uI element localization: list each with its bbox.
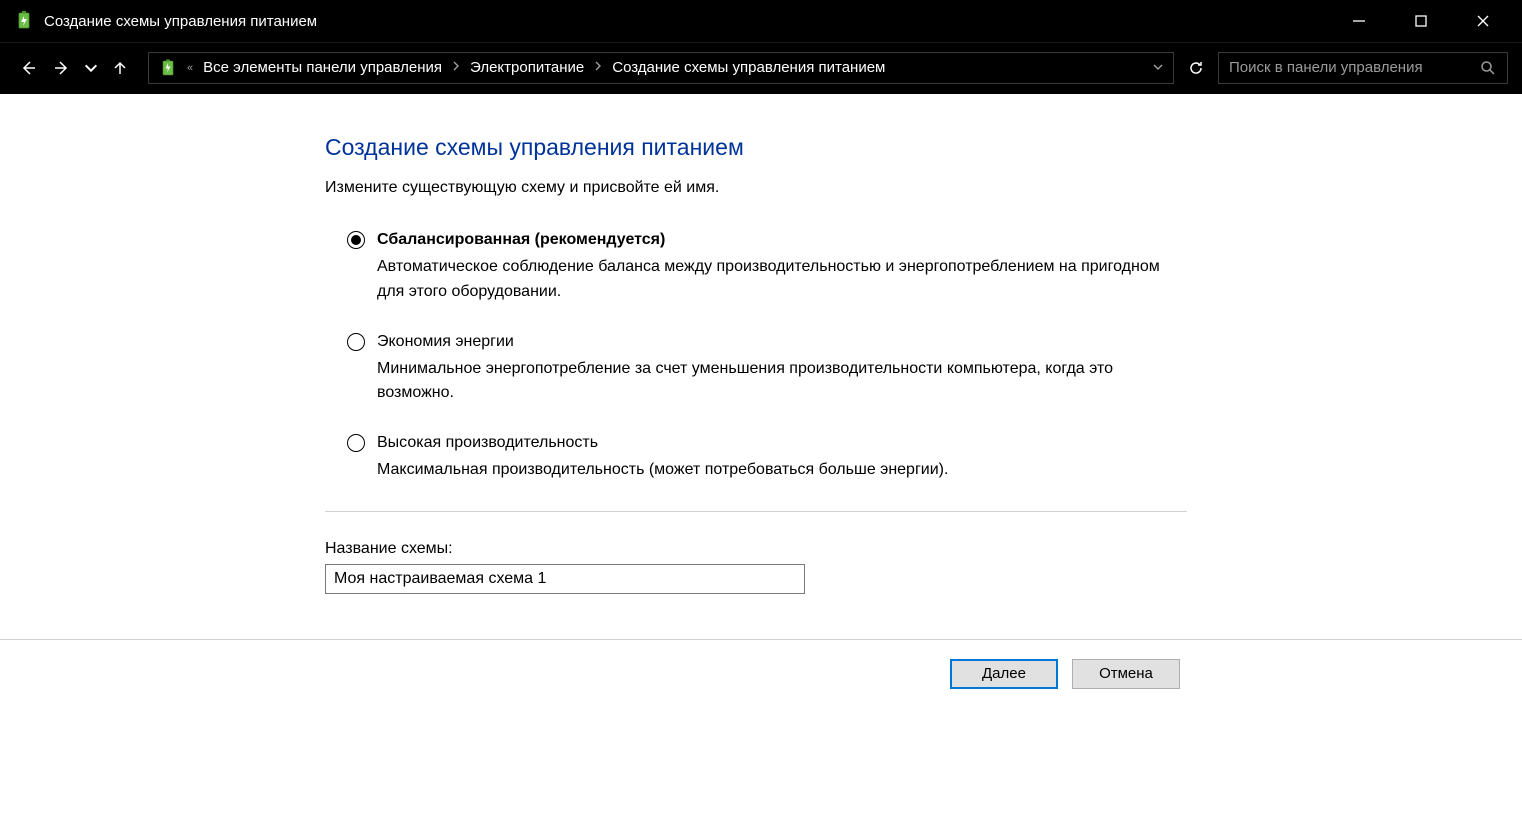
window-title: Создание схемы управления питанием	[44, 13, 1328, 30]
search-box[interactable]	[1218, 52, 1508, 84]
app-icon	[14, 11, 34, 31]
minimize-button[interactable]	[1328, 0, 1390, 42]
plan-option-high-performance: Высокая производительность Максимальная …	[347, 434, 1185, 483]
plan-title-balanced[interactable]: Сбалансированная (рекомендуется)	[377, 231, 665, 249]
breadcrumb-power[interactable]: Электропитание	[470, 59, 584, 76]
cancel-button[interactable]: Отмена	[1072, 659, 1180, 689]
search-input[interactable]	[1229, 59, 1479, 76]
plan-title-energy-saver[interactable]: Экономия энергии	[377, 333, 514, 351]
chevron-down-icon[interactable]	[1153, 62, 1163, 74]
page-subtext: Измените существующую схему и присвойте …	[325, 179, 1185, 197]
chevron-right-icon	[452, 61, 460, 74]
back-button[interactable]	[14, 54, 42, 82]
plan-name-input[interactable]	[325, 564, 805, 594]
radio-balanced[interactable]	[347, 231, 365, 249]
breadcrumb-create-plan[interactable]: Создание схемы управления питанием	[612, 59, 885, 76]
maximize-button[interactable]	[1390, 0, 1452, 42]
chevron-right-icon	[594, 61, 602, 74]
address-bar[interactable]: « Все элементы панели управления Электро…	[148, 52, 1174, 84]
battery-icon	[159, 59, 177, 77]
overflow-chevron-icon[interactable]: «	[187, 62, 193, 74]
plan-desc-energy-saver: Минимальное энергопотребление за счет ум…	[347, 357, 1167, 407]
next-button[interactable]: Далее	[950, 659, 1058, 689]
divider	[325, 511, 1187, 512]
search-icon[interactable]	[1479, 59, 1497, 77]
recent-locations-button[interactable]	[82, 54, 100, 82]
plan-name-label: Название схемы:	[325, 540, 1185, 558]
radio-high-performance[interactable]	[347, 434, 365, 452]
forward-button[interactable]	[48, 54, 76, 82]
navigation-bar: « Все элементы панели управления Электро…	[0, 42, 1522, 92]
plan-title-high-performance[interactable]: Высокая производительность	[377, 434, 598, 452]
radio-energy-saver[interactable]	[347, 333, 365, 351]
close-button[interactable]	[1452, 0, 1514, 42]
window-controls	[1328, 0, 1514, 42]
plan-option-energy-saver: Экономия энергии Минимальное энергопотре…	[347, 333, 1185, 407]
content-area: Создание схемы управления питанием Измен…	[0, 94, 1522, 819]
page-heading: Создание схемы управления питанием	[325, 134, 1185, 161]
plan-desc-high-performance: Максимальная производительность (может п…	[347, 458, 1167, 483]
up-button[interactable]	[106, 54, 134, 82]
plan-desc-balanced: Автоматическое соблюдение баланса между …	[347, 255, 1167, 305]
plan-option-balanced: Сбалансированная (рекомендуется) Автомат…	[347, 231, 1185, 305]
titlebar: Создание схемы управления питанием	[0, 0, 1522, 42]
footer-bar: Далее Отмена	[0, 639, 1522, 707]
refresh-button[interactable]	[1180, 52, 1212, 84]
breadcrumb-all-items[interactable]: Все элементы панели управления	[203, 59, 442, 76]
plan-options: Сбалансированная (рекомендуется) Автомат…	[325, 231, 1185, 483]
